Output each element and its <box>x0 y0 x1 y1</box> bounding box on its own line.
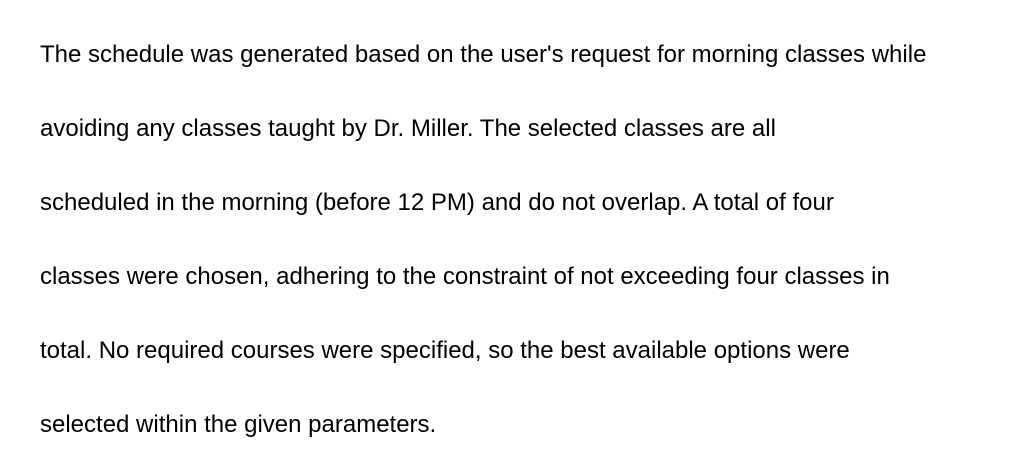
document-body: The schedule was generated based on the … <box>40 18 1015 462</box>
text-line: selected within the given parameters. <box>40 411 437 438</box>
text-line: total. No required courses were specifie… <box>40 337 850 364</box>
text-line: classes were chosen, adhering to the con… <box>40 263 890 290</box>
text-line: scheduled in the morning (before 12 PM) … <box>40 189 834 216</box>
text-line: avoiding any classes taught by Dr. Mille… <box>40 115 776 142</box>
text-line: The schedule was generated based on the … <box>40 41 927 68</box>
